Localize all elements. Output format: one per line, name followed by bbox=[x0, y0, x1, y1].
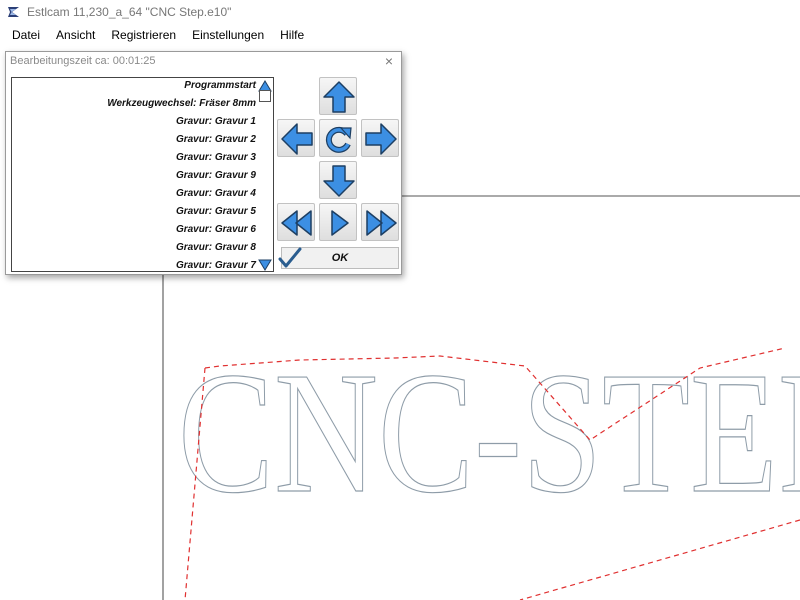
operations-dialog: Bearbeitungszeit ca: 00:01:25 × Programm… bbox=[5, 51, 402, 275]
list-item[interactable]: Programmstart bbox=[12, 80, 256, 91]
close-icon[interactable]: × bbox=[385, 53, 393, 69]
arrow-down-icon bbox=[323, 165, 355, 197]
estlcam-logo-icon bbox=[8, 7, 19, 17]
reset-view-button[interactable] bbox=[319, 119, 357, 157]
engraving-text-outline: CNC-STEP bbox=[178, 336, 800, 529]
list-item[interactable]: Gravur: Gravur 5 bbox=[12, 206, 256, 217]
menu-registrieren[interactable]: Registrieren bbox=[111, 26, 176, 44]
operations-list[interactable]: Programmstart Werkzeugwechsel: Fräser 8m… bbox=[11, 77, 274, 272]
move-right-button[interactable] bbox=[361, 119, 399, 157]
scrollbar-thumb[interactable] bbox=[259, 90, 271, 102]
list-item[interactable]: Gravur: Gravur 3 bbox=[12, 152, 256, 163]
arrow-up-icon bbox=[323, 81, 355, 113]
list-item[interactable]: Gravur: Gravur 9 bbox=[12, 170, 256, 181]
scroll-down-icon[interactable] bbox=[258, 259, 272, 271]
arrow-right-icon bbox=[365, 123, 397, 155]
menu-hilfe[interactable]: Hilfe bbox=[280, 26, 304, 44]
fast-forward-icon bbox=[366, 210, 397, 236]
arrow-left-icon bbox=[281, 123, 313, 155]
fast-forward-button[interactable] bbox=[361, 203, 399, 241]
list-item[interactable]: Gravur: Gravur 1 bbox=[12, 116, 256, 127]
move-down-button[interactable] bbox=[319, 161, 357, 199]
list-item[interactable]: Werkzeugwechsel: Fräser 8mm bbox=[12, 98, 256, 109]
checkmark-icon bbox=[278, 247, 302, 268]
list-item[interactable]: Gravur: Gravur 8 bbox=[12, 242, 256, 253]
menu-bar: Datei Ansicht Registrieren Einstellungen… bbox=[0, 24, 800, 46]
menu-ansicht[interactable]: Ansicht bbox=[56, 26, 95, 44]
play-button[interactable] bbox=[319, 203, 357, 241]
move-left-button[interactable] bbox=[277, 119, 315, 157]
menu-einstellungen[interactable]: Einstellungen bbox=[192, 26, 264, 44]
list-item[interactable]: Gravur: Gravur 6 bbox=[12, 224, 256, 235]
rewind-button[interactable] bbox=[277, 203, 315, 241]
play-icon bbox=[331, 210, 349, 236]
window-title: Estlcam 11,230_a_64 "CNC Step.e10" bbox=[27, 5, 232, 19]
list-item[interactable]: Gravur: Gravur 2 bbox=[12, 134, 256, 145]
menu-datei[interactable]: Datei bbox=[12, 26, 40, 44]
list-item[interactable]: Gravur: Gravur 4 bbox=[12, 188, 256, 199]
dialog-title: Bearbeitungszeit ca: 00:01:25 bbox=[10, 55, 156, 67]
title-bar: Estlcam 11,230_a_64 "CNC Step.e10" bbox=[0, 0, 800, 24]
move-up-button[interactable] bbox=[319, 77, 357, 115]
rotate-icon bbox=[325, 126, 352, 153]
list-item[interactable]: Gravur: Gravur 7 bbox=[12, 260, 256, 271]
rewind-icon bbox=[281, 210, 312, 236]
